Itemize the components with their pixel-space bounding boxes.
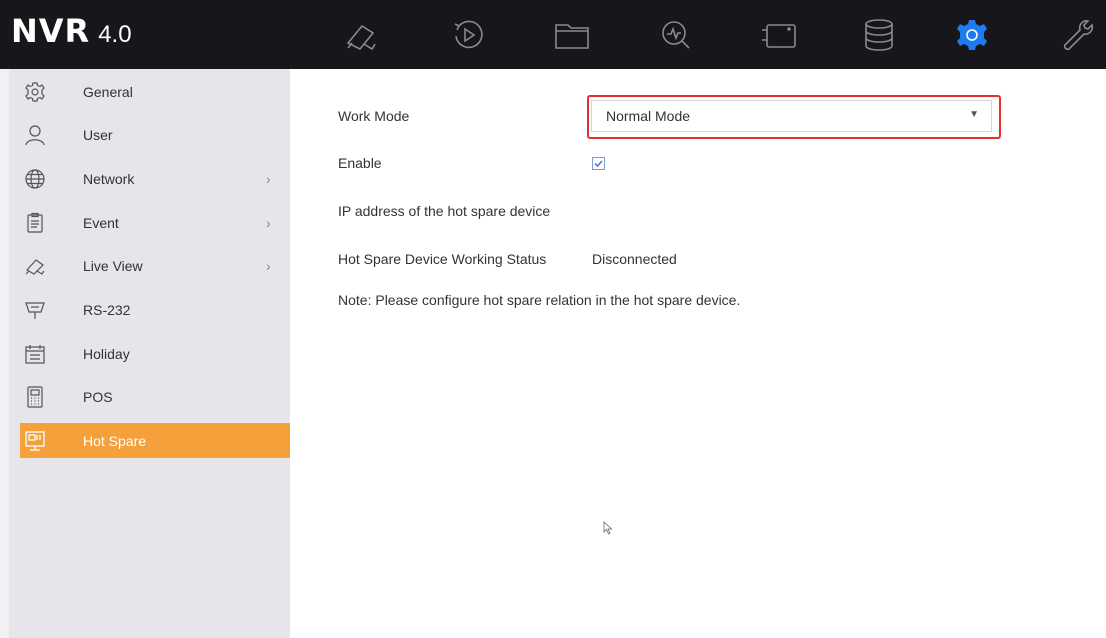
sidebar-item-label: Holiday: [83, 346, 130, 362]
live-view-icon[interactable]: [342, 16, 380, 54]
work-mode-value: Normal Mode: [606, 108, 691, 124]
camera-icon: [23, 254, 47, 278]
sidebar-item-label: RS-232: [83, 302, 131, 318]
sidebar-item-pos[interactable]: POS: [20, 382, 290, 412]
sidebar-item-label: General: [83, 84, 133, 100]
sidebar-item-network[interactable]: Network ›: [20, 164, 290, 194]
hot-spare-icon: [23, 429, 47, 453]
user-icon: [23, 123, 47, 147]
logo-version: 4.0: [98, 21, 132, 48]
sidebar-item-label: Hot Spare: [83, 432, 147, 449]
camera-icon[interactable]: [760, 16, 798, 54]
enable-label: Enable: [338, 155, 382, 171]
work-mode-select[interactable]: Normal Mode ▼: [591, 100, 992, 132]
logo-text: NVR: [11, 12, 91, 50]
globe-icon: [23, 167, 47, 191]
pos-terminal-icon: [23, 385, 47, 409]
chevron-right-icon: ›: [266, 215, 271, 231]
sidebar-item-label: User: [83, 127, 113, 143]
status-label: Hot Spare Device Working Status: [338, 251, 547, 267]
sidebar-item-label: Network: [83, 171, 135, 187]
sidebar-edge: [0, 69, 9, 638]
sidebar-item-user[interactable]: User: [20, 120, 290, 150]
note-text: Note: Please configure hot spare relatio…: [338, 292, 741, 308]
sidebar: General User Network › Event › Live View…: [9, 69, 290, 638]
sidebar-item-hot-spare[interactable]: Hot Spare: [20, 423, 290, 458]
file-management-icon[interactable]: [553, 16, 591, 54]
sidebar-item-holiday[interactable]: Holiday: [20, 339, 290, 369]
app-logo: NVR 4.0: [11, 12, 132, 56]
top-toolbar: NVR 4.0: [0, 0, 1106, 69]
status-value: Disconnected: [592, 251, 677, 267]
playback-icon[interactable]: [449, 16, 487, 54]
gear-icon: [23, 80, 47, 104]
sidebar-item-general[interactable]: General: [20, 77, 290, 107]
ip-address-label: IP address of the hot spare device: [338, 203, 551, 219]
maintenance-icon[interactable]: [1058, 16, 1096, 54]
storage-icon[interactable]: [860, 16, 898, 54]
sidebar-item-label: Event: [83, 215, 119, 231]
sidebar-item-event[interactable]: Event ›: [20, 208, 290, 238]
smart-analysis-icon[interactable]: [657, 16, 695, 54]
chevron-right-icon: ›: [266, 258, 271, 274]
sidebar-item-rs-232[interactable]: RS-232: [20, 295, 290, 325]
serial-port-icon: [23, 298, 47, 322]
hot-spare-settings-panel: Work Mode Normal Mode ▼ Enable IP addres…: [290, 69, 1106, 638]
work-mode-label: Work Mode: [338, 108, 410, 124]
chevron-right-icon: ›: [266, 171, 271, 187]
sidebar-item-live-view[interactable]: Live View ›: [20, 251, 290, 281]
clipboard-icon: [23, 211, 47, 235]
calendar-icon: [23, 342, 47, 366]
sidebar-item-label: Live View: [83, 258, 143, 274]
sidebar-item-label: POS: [83, 389, 113, 405]
caret-down-icon: ▼: [969, 109, 979, 120]
enable-checkbox[interactable]: [592, 157, 605, 170]
system-settings-icon[interactable]: [953, 16, 991, 54]
mouse-cursor-icon: [603, 521, 613, 540]
